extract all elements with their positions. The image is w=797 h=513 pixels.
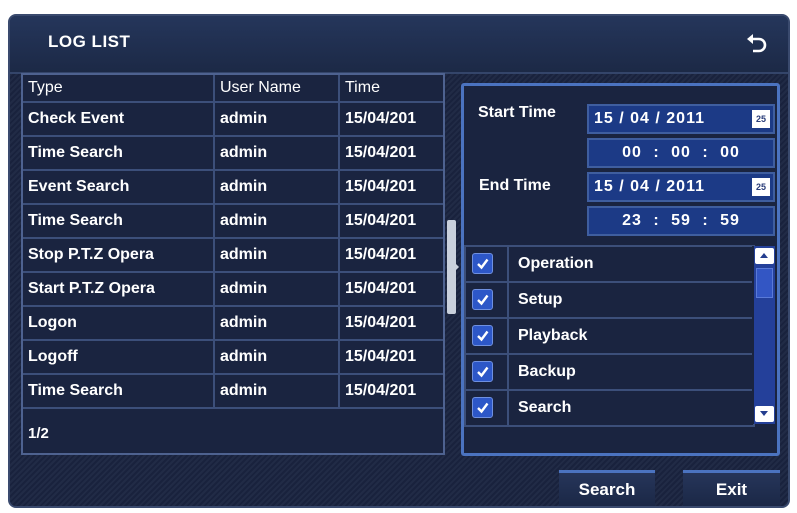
end-time-value: 23 : 59 : 59 — [622, 212, 740, 229]
divider — [507, 391, 509, 425]
end-date-value: 15 / 04 / 2011 — [594, 178, 705, 195]
checkbox[interactable] — [472, 325, 493, 346]
list-item[interactable]: Backup — [466, 355, 754, 391]
list-item[interactable]: Operation — [466, 247, 754, 283]
cell-type: Time Search — [28, 212, 123, 229]
cell-user-name: admin — [213, 239, 337, 271]
table-row[interactable]: Logoff admin 15/04/201 — [23, 341, 443, 375]
calendar-icon[interactable]: 25 — [752, 178, 770, 196]
list-item[interactable]: Playback — [466, 319, 754, 355]
table-row[interactable]: Time Search admin 15/04/201 — [23, 205, 443, 239]
column-header-user-name[interactable]: User Name — [213, 75, 337, 101]
cell-time: 15/04/201 — [338, 341, 443, 373]
checkmark-icon — [477, 402, 489, 414]
cell-time: 15/04/201 — [338, 205, 443, 237]
table-header: Type User Name Time — [23, 75, 443, 103]
list-item-label: Backup — [518, 363, 576, 380]
title-bar: LOG LIST — [10, 16, 788, 74]
search-button[interactable]: Search — [559, 470, 655, 506]
cell-type: Logoff — [28, 348, 78, 365]
start-date-field[interactable]: 15 / 04 / 2011 25 — [587, 104, 775, 134]
divider — [507, 283, 509, 317]
checkmark-icon — [477, 330, 489, 342]
table-row[interactable]: Stop P.T.Z Opera admin 15/04/201 — [23, 239, 443, 273]
list-item-label: Playback — [518, 327, 588, 344]
cell-time: 15/04/201 — [338, 137, 443, 169]
scrollbar-thumb[interactable] — [756, 268, 773, 298]
cell-user-name: admin — [213, 273, 337, 305]
cell-time: 15/04/201 — [338, 273, 443, 305]
end-date-field[interactable]: 15 / 04 / 2011 25 — [587, 172, 775, 202]
log-table: Type User Name Time Check Event admin 15/0… — [21, 73, 445, 455]
divider — [507, 355, 509, 389]
list-item-label: Operation — [518, 255, 594, 272]
list-item-label: Search — [518, 399, 572, 416]
cell-type: Time Search — [28, 144, 123, 161]
start-time-value: 00 : 00 : 00 — [622, 144, 740, 161]
list-item[interactable]: Setup — [466, 283, 754, 319]
cell-time: 15/04/201 — [338, 375, 443, 407]
start-time-label: Start Time — [478, 104, 556, 121]
checkmark-icon — [477, 366, 489, 378]
cell-type: Time Search — [28, 382, 123, 399]
cell-type: Start P.T.Z Opera — [28, 280, 155, 297]
cell-user-name: admin — [213, 341, 337, 373]
checkmark-icon — [477, 294, 489, 306]
back-button[interactable] — [744, 30, 770, 56]
end-time-label: End Time — [479, 177, 551, 194]
divider — [507, 319, 509, 353]
list-item[interactable]: Search — [466, 391, 754, 427]
page-indicator: 1/2 — [28, 425, 49, 442]
cell-user-name: admin — [213, 171, 337, 203]
cell-type: Logon — [28, 314, 77, 331]
table-scroll-arrow-icon — [454, 262, 459, 272]
start-date-value: 15 / 04 / 2011 — [594, 110, 705, 127]
list-item-label: Setup — [518, 291, 563, 308]
end-time-field[interactable]: 23 : 59 : 59 — [587, 206, 775, 236]
exit-button[interactable]: Exit — [683, 470, 780, 506]
cell-user-name: admin — [213, 307, 337, 339]
column-header-time[interactable]: Time — [338, 75, 443, 101]
cell-type: Check Event — [28, 110, 125, 127]
cell-user-name: admin — [213, 205, 337, 237]
log-type-list: Operation Setup Playback Backup Search — [464, 245, 755, 427]
cell-time: 15/04/201 — [338, 239, 443, 271]
scroll-down-icon[interactable] — [755, 406, 774, 422]
checkbox[interactable] — [472, 361, 493, 382]
calendar-icon[interactable]: 25 — [752, 110, 770, 128]
cell-time: 15/04/201 — [338, 171, 443, 203]
table-row[interactable]: Event Search admin 15/04/201 — [23, 171, 443, 205]
cell-time: 15/04/201 — [338, 103, 443, 135]
table-row[interactable]: Time Search admin 15/04/201 — [23, 375, 443, 409]
start-time-field[interactable]: 00 : 00 : 00 — [587, 138, 775, 168]
scroll-up-icon[interactable] — [755, 248, 774, 264]
cell-user-name: admin — [213, 103, 337, 135]
back-arrow-icon — [747, 34, 767, 53]
table-row[interactable]: Check Event admin 15/04/201 — [23, 103, 443, 137]
column-header-type[interactable]: Type — [23, 75, 212, 101]
cell-user-name: admin — [213, 375, 337, 407]
table-row[interactable]: Logon admin 15/04/201 — [23, 307, 443, 341]
checkbox[interactable] — [472, 289, 493, 310]
divider — [507, 247, 509, 281]
checkbox[interactable] — [472, 253, 493, 274]
cell-type: Event Search — [28, 178, 130, 195]
cell-user-name: admin — [213, 137, 337, 169]
checkbox[interactable] — [472, 397, 493, 418]
cell-time: 15/04/201 — [338, 307, 443, 339]
window-title: LOG LIST — [48, 32, 131, 51]
type-list-scrollbar[interactable] — [752, 246, 777, 424]
table-row[interactable]: Start P.T.Z Opera admin 15/04/201 — [23, 273, 443, 307]
table-row[interactable]: Time Search admin 15/04/201 — [23, 137, 443, 171]
checkmark-icon — [477, 258, 489, 270]
cell-type: Stop P.T.Z Opera — [28, 246, 154, 263]
